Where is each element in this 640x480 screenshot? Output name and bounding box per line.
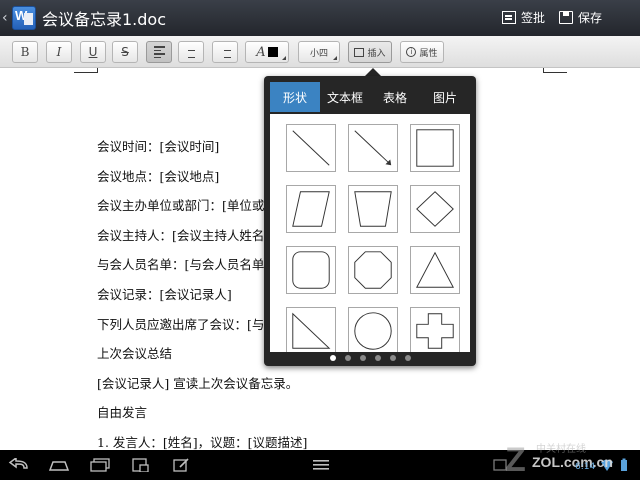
align-right-button[interactable] bbox=[212, 41, 238, 63]
insert-tab-2[interactable]: 表格 bbox=[370, 82, 420, 112]
page-dot[interactable] bbox=[374, 355, 381, 361]
font-color-swatch bbox=[267, 47, 278, 57]
edit-icon[interactable] bbox=[172, 458, 190, 472]
word-app-icon[interactable]: W bbox=[12, 6, 36, 30]
page-dot[interactable] bbox=[389, 355, 396, 361]
document-paragraph: 1. 发言人：[姓名]，议题：[议题描述] bbox=[97, 435, 308, 450]
strikethrough-button[interactable]: S bbox=[112, 41, 138, 63]
document-paragraph: [会议记录人] 宣读上次会议备忘录。 bbox=[97, 375, 299, 391]
insert-button[interactable]: 插入 bbox=[348, 41, 392, 63]
save-button[interactable]: 保存 bbox=[559, 9, 602, 26]
shape-trapezoid[interactable] bbox=[348, 185, 398, 233]
font-size-label: 小四 bbox=[309, 48, 328, 59]
insert-tab-0[interactable]: 形状 bbox=[270, 82, 320, 112]
shape-triangle[interactable] bbox=[410, 246, 460, 294]
insert-popup: 形状 文本框 表格 图片 bbox=[264, 76, 476, 366]
dropdown-caret-icon bbox=[282, 56, 286, 60]
insert-tabs: 形状 文本框 表格 图片 bbox=[270, 82, 470, 112]
bold-button[interactable]: B bbox=[12, 41, 38, 63]
watermark-domain: ZOL.com.cn bbox=[532, 454, 613, 470]
screenshot-icon[interactable] bbox=[131, 458, 149, 472]
shape-rectangle[interactable] bbox=[410, 124, 460, 172]
status-clock: 6:14 bbox=[575, 462, 596, 472]
page-dot[interactable] bbox=[359, 355, 366, 361]
battery-icon bbox=[621, 458, 627, 471]
document-paragraph: 会议地点：[会议地点] bbox=[97, 168, 220, 184]
page-dot[interactable] bbox=[329, 355, 336, 361]
document-paragraph: 与会人员名单：[与会人员名单 bbox=[97, 257, 265, 273]
page-dot[interactable] bbox=[344, 355, 351, 361]
document-paragraph: 会议主办单位或部门：[单位或 bbox=[97, 198, 265, 214]
font-size-dropdown[interactable]: 小四 bbox=[298, 41, 340, 63]
shape-right-triangle[interactable] bbox=[286, 307, 336, 352]
document-paragraph: 会议记录：[会议记录人] bbox=[97, 287, 232, 302]
review-label: 签批 bbox=[521, 11, 546, 25]
properties-button[interactable]: i 属性 bbox=[400, 41, 444, 63]
info-icon: i bbox=[406, 47, 417, 57]
review-icon bbox=[502, 11, 516, 24]
crop-mark bbox=[97, 68, 98, 73]
watermark-text: 中关村在线 bbox=[536, 444, 586, 455]
shape-rounded-rectangle[interactable] bbox=[286, 246, 336, 294]
font-color-label: A bbox=[256, 44, 266, 60]
save-label: 保存 bbox=[578, 11, 603, 25]
document-paragraph: 自由发言 bbox=[97, 405, 148, 421]
align-left-icon bbox=[153, 46, 165, 58]
crop-mark bbox=[74, 72, 98, 73]
align-center-icon bbox=[186, 46, 197, 58]
insert-tab-3[interactable]: 图片 bbox=[420, 82, 470, 112]
insert-label: 插入 bbox=[367, 48, 386, 59]
page-indicator bbox=[264, 355, 476, 363]
document-title: 会议备忘录1.doc bbox=[42, 10, 167, 29]
page-dot[interactable] bbox=[404, 355, 411, 361]
insert-icon bbox=[354, 47, 365, 57]
screen: ‹ W 会议备忘录1.doc 签批 保存 B I U S A 小四 插入 i 属… bbox=[0, 0, 640, 480]
shape-cross[interactable] bbox=[410, 307, 460, 352]
review-button[interactable]: 签批 bbox=[502, 9, 545, 26]
align-center-button[interactable] bbox=[178, 41, 204, 63]
shape-parallelogram[interactable] bbox=[286, 185, 336, 233]
properties-label: 属性 bbox=[419, 48, 438, 59]
shape-line[interactable] bbox=[286, 124, 336, 172]
menu-icon[interactable] bbox=[312, 458, 330, 472]
underline-button[interactable]: U bbox=[80, 41, 106, 63]
crop-mark bbox=[543, 68, 544, 73]
font-color-button[interactable]: A bbox=[245, 41, 289, 63]
insert-tab-1[interactable]: 文本框 bbox=[320, 82, 370, 112]
zol-logo: Z bbox=[505, 441, 526, 479]
format-toolbar: B I U S A 小四 插入 i 属性 bbox=[0, 36, 640, 68]
back-icon[interactable] bbox=[8, 458, 30, 472]
document-paragraph: 会议主持人：[会议主持人姓名 bbox=[97, 227, 265, 243]
recent-apps-icon[interactable] bbox=[89, 458, 111, 472]
shape-circle[interactable] bbox=[348, 307, 398, 352]
shape-grid bbox=[270, 114, 470, 352]
shape-arrow-line[interactable] bbox=[348, 124, 398, 172]
shape-diamond[interactable] bbox=[410, 185, 460, 233]
save-icon bbox=[559, 11, 573, 24]
shape-octagon[interactable] bbox=[348, 246, 398, 294]
document-paragraph: 上次会议总结 bbox=[97, 346, 173, 362]
document-paragraph: 下列人员应邀出席了会议：[与 bbox=[97, 316, 265, 332]
popup-pointer bbox=[365, 68, 381, 76]
home-icon[interactable] bbox=[47, 458, 71, 472]
italic-button[interactable]: I bbox=[46, 41, 72, 63]
dropdown-caret-icon bbox=[333, 56, 337, 60]
align-right-icon bbox=[220, 46, 231, 58]
document-paragraph: 会议时间：[会议时间] bbox=[97, 139, 220, 154]
back-chevron-icon[interactable]: ‹ bbox=[2, 10, 10, 26]
crop-mark bbox=[543, 72, 567, 73]
align-left-button[interactable] bbox=[146, 41, 172, 63]
